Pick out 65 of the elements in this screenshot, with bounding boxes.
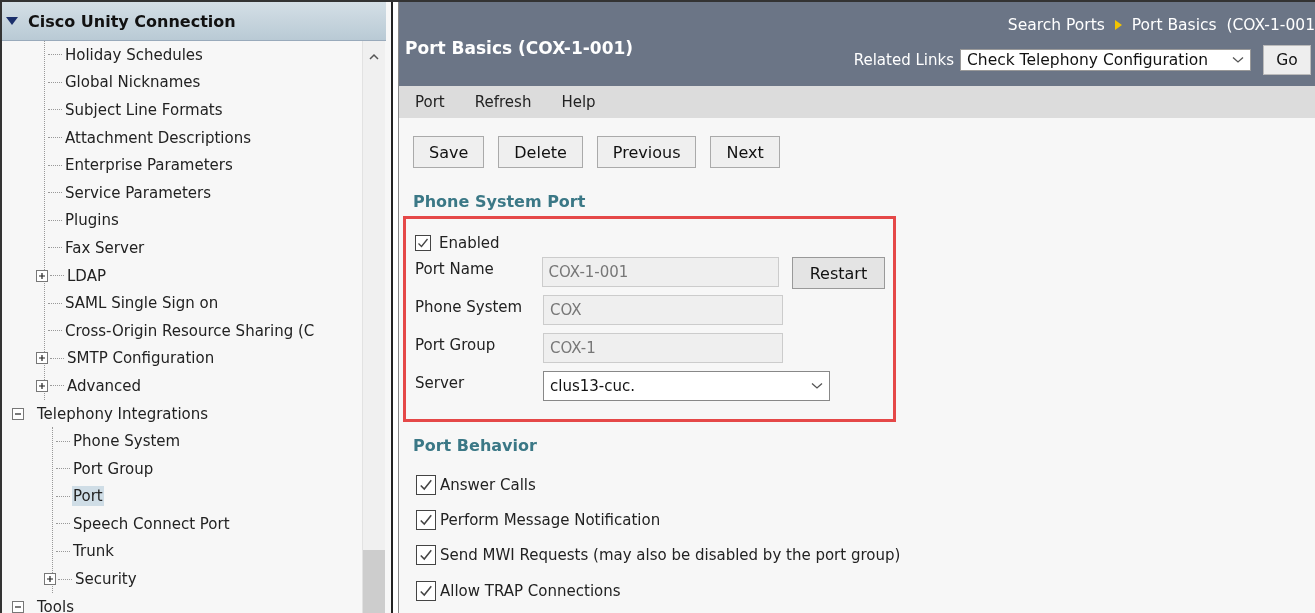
breadcrumb-link[interactable]: Search Ports [1007,16,1105,34]
tree-item[interactable]: Trunk [72,541,115,562]
checkbox[interactable] [416,545,436,566]
checkbox-label: Perform Message Notification [440,510,661,529]
collapse-icon[interactable] [12,407,24,420]
tree-item[interactable]: Security [74,569,138,590]
collapse-icon[interactable] [6,16,18,26]
toolbar-button[interactable]: Save [413,136,485,168]
field-label: Port Group [415,335,497,354]
collapse-icon[interactable] [12,600,24,613]
expand-icon[interactable] [44,573,56,586]
tree-item[interactable]: Plugins [64,210,120,231]
checkbox[interactable] [416,509,436,530]
tree-item[interactable]: Attachment Descriptions [64,127,252,148]
tree-item[interactable]: Service Parameters [64,182,213,203]
tree-item[interactable]: Tools [36,596,75,613]
tree-item[interactable]: Holiday Schedules [64,44,204,65]
checkbox-label: Send MWI Requests (may also be disabled by the port group) [440,546,901,565]
tree-item[interactable]: Global Nicknames [64,72,202,93]
expand-icon[interactable] [36,379,48,392]
tree-item[interactable]: SMTP Configuration [66,348,216,369]
related-links-label: Related Links [853,51,954,69]
menu-item[interactable]: Port [415,93,445,111]
section-heading: Port Behavior [413,436,538,455]
checkbox-label: Enabled [439,234,500,252]
section-heading: Phone System Port [413,192,587,211]
tree-item[interactable]: Telephony Integrations [36,403,210,424]
chevron-down-icon [1232,56,1244,64]
expand-icon[interactable] [36,352,48,365]
page-title: Port Basics (COX-1-001) [405,38,634,58]
checkbox[interactable] [415,235,431,251]
tree-item[interactable]: Port [72,486,104,507]
tree-item[interactable]: Port Group [72,458,155,479]
tree-item[interactable]: LDAP [66,265,107,286]
toolbar-button[interactable]: Delete [498,136,583,168]
sidebar-title: Cisco Unity Connection [28,11,236,31]
tree-item[interactable]: SAML Single Sign on [64,293,220,314]
scroll-up-icon[interactable] [369,53,379,60]
field-label: Server [415,373,466,392]
chevron-down-icon [811,382,823,390]
go-button[interactable]: Go [1263,45,1311,75]
related-links-dropdown[interactable]: Check Telephony Configuration [960,49,1251,71]
checkbox-label: Allow TRAP Connections [440,581,621,600]
tree-item[interactable]: Enterprise Parameters [64,155,234,176]
breadcrumb-link[interactable]: Port Basics (COX-1-001 [1131,16,1315,34]
checkbox[interactable] [416,580,436,601]
checkbox-label: Answer Calls [440,475,536,494]
toolbar-button[interactable]: Previous [596,136,697,168]
tree-item[interactable]: Speech Connect Port [72,513,231,534]
menu-item[interactable]: Help [561,93,596,111]
toolbar-button[interactable]: Next [710,136,780,168]
expand-icon[interactable] [36,269,48,282]
menu-item[interactable]: Refresh [474,93,532,111]
tree-item[interactable]: Advanced [66,375,143,396]
server-dropdown[interactable]: clus13-cuc. [543,371,830,401]
tree-item[interactable]: Fax Server [64,237,146,258]
field-label: Port Name [415,259,495,278]
tree-item[interactable]: Phone System [72,431,182,452]
breadcrumb-arrow-icon [1114,20,1122,30]
checkbox[interactable] [416,474,436,495]
field-label: Phone System [415,297,524,316]
tree-item[interactable]: Cross-Origin Resource Sharing (C [64,320,316,341]
tree-item[interactable]: Subject Line Formats [64,100,224,120]
scrollbar[interactable] [362,41,385,613]
scrollbar-thumb[interactable] [363,550,385,613]
